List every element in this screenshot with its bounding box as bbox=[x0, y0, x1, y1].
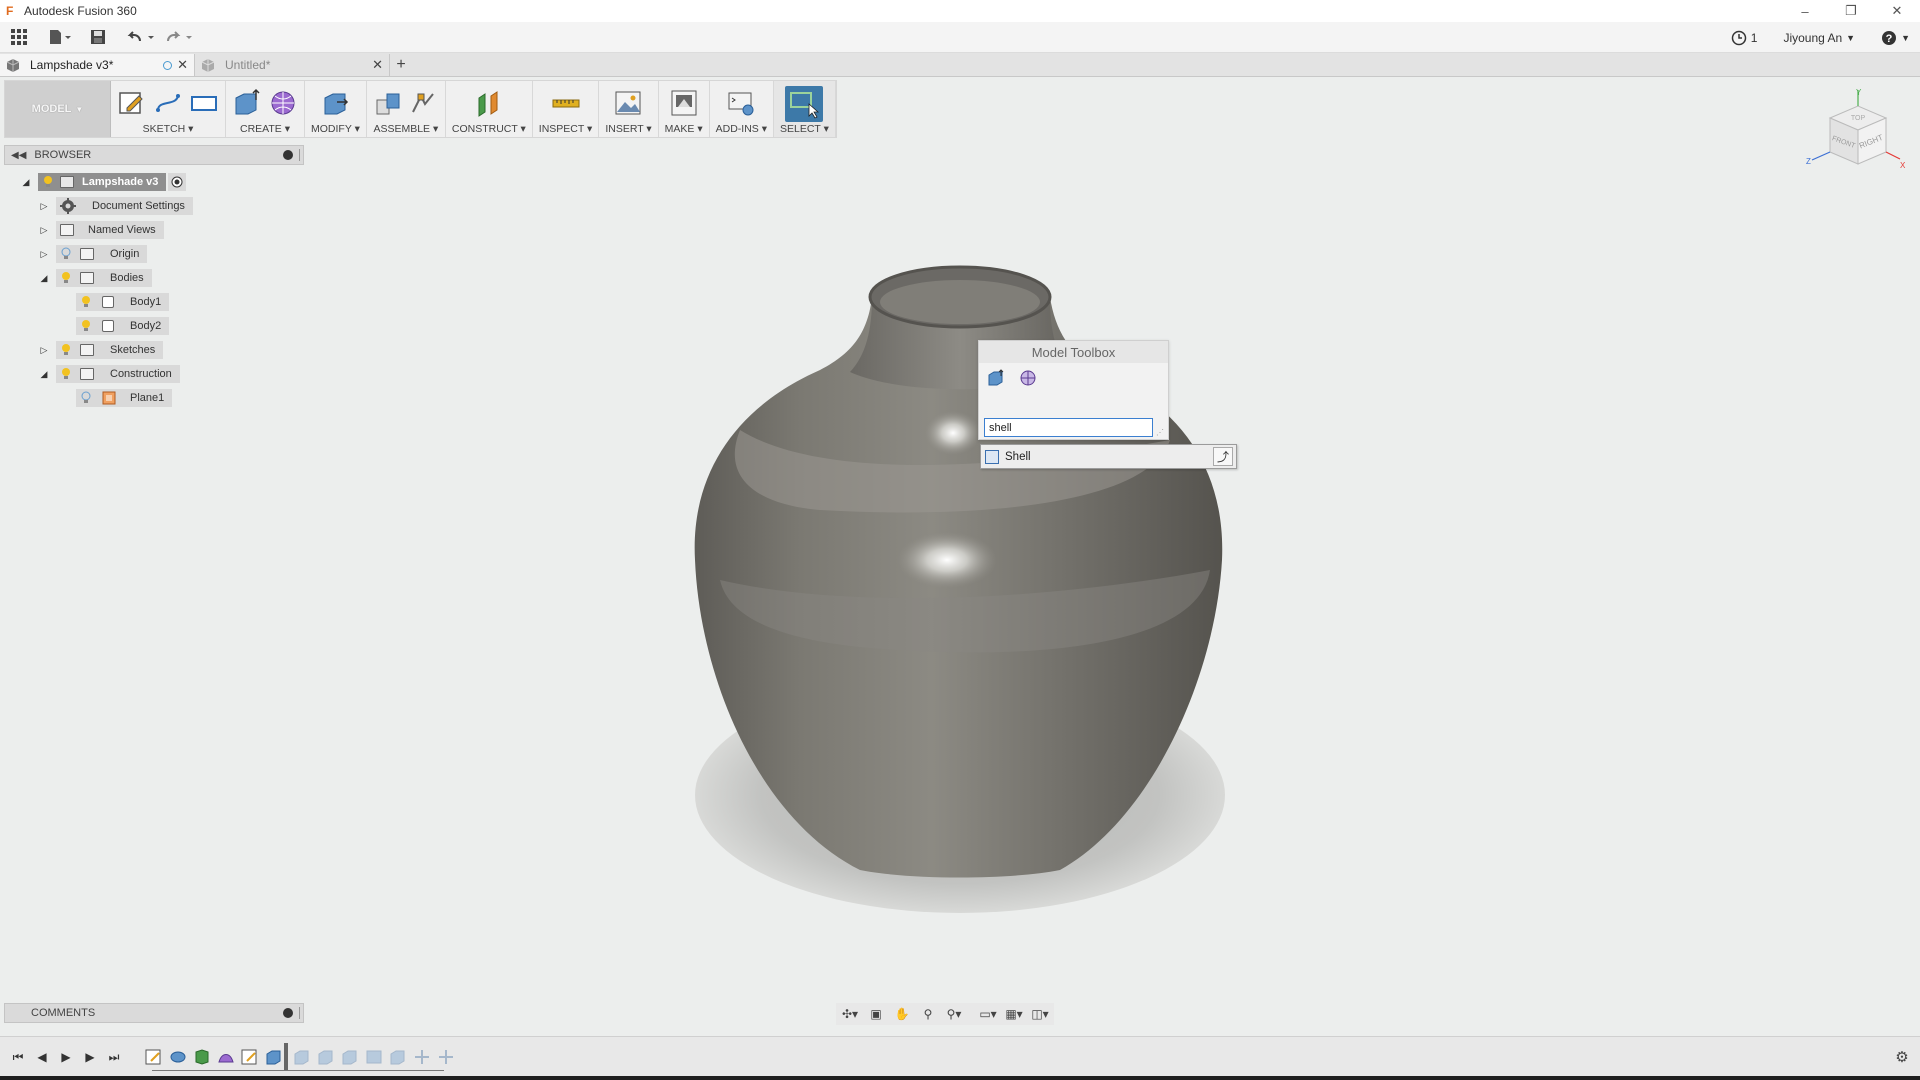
add-to-toolbox-icon[interactable]: ⤴ bbox=[1213, 447, 1233, 466]
x-axis-line bbox=[1885, 151, 1901, 160]
specular-highlight-upper bbox=[925, 411, 981, 455]
timeline-form-feature[interactable] bbox=[193, 1048, 211, 1066]
pan-hand-icon[interactable]: ✋ bbox=[892, 1005, 912, 1023]
go-to-start-icon[interactable]: ⏮ bbox=[8, 1047, 28, 1067]
play-icon[interactable]: ▶ bbox=[56, 1047, 76, 1067]
taskbar-edge bbox=[0, 1076, 1920, 1080]
toolbox-title[interactable]: Model Toolbox bbox=[979, 341, 1168, 363]
display-settings-icon[interactable]: ▭▾ bbox=[978, 1005, 998, 1023]
toolbox-search-input[interactable] bbox=[984, 418, 1153, 437]
timeline-settings-gear-icon[interactable]: ⚙ bbox=[1892, 1047, 1912, 1067]
toolbox-suggestion-shell[interactable]: Shell ⤴ bbox=[980, 444, 1237, 469]
timeline-marker[interactable] bbox=[284, 1043, 288, 1071]
navigation-bar: ✣▾ ▣ ✋ ⚲ ⚲▾ ▭▾ ▦▾ ◫▾ bbox=[836, 1003, 1054, 1025]
timeline-suppressed-feature-4[interactable] bbox=[365, 1048, 383, 1066]
timeline-track bbox=[152, 1070, 444, 1071]
z-axis-label: Z bbox=[1806, 157, 1811, 166]
shell-icon bbox=[985, 449, 999, 464]
timeline-suppressed-feature-3[interactable] bbox=[341, 1048, 359, 1066]
timeline-sketch-feature[interactable] bbox=[145, 1048, 163, 1066]
viewcube[interactable]: TOP FRONT RIGHT Y Z X bbox=[1800, 88, 1910, 188]
model-toolbox: Model Toolbox ⋰ bbox=[978, 340, 1169, 440]
viewcube-top-label: TOP bbox=[1851, 115, 1866, 122]
panel-grip-icon[interactable] bbox=[299, 1007, 301, 1019]
comments-title: COMMENTS bbox=[31, 1007, 96, 1019]
orbit-icon[interactable]: ✣▾ bbox=[840, 1005, 860, 1023]
timeline-revolve-feature[interactable] bbox=[169, 1048, 187, 1066]
create-form-icon[interactable] bbox=[1019, 369, 1037, 387]
specular-highlight-lower bbox=[897, 532, 997, 588]
timeline-suppressed-feature-7[interactable] bbox=[437, 1048, 455, 1066]
y-axis-label: Y bbox=[1856, 88, 1862, 97]
go-to-end-icon[interactable]: ⏭ bbox=[104, 1047, 124, 1067]
zoom-icon[interactable]: ⚲ bbox=[918, 1005, 938, 1023]
timeline-extrude-feature[interactable] bbox=[265, 1048, 283, 1066]
step-back-icon[interactable]: ◀ bbox=[32, 1047, 52, 1067]
timeline-sketch-feature-2[interactable] bbox=[241, 1048, 259, 1066]
timeline-suppressed-feature-6[interactable] bbox=[413, 1048, 431, 1066]
timeline-suppressed-feature-2[interactable] bbox=[317, 1048, 335, 1066]
resize-grip-icon[interactable]: ⋰ bbox=[1156, 428, 1164, 437]
timeline-suppressed-feature[interactable] bbox=[293, 1048, 311, 1066]
comments-panel-header[interactable]: COMMENTS bbox=[4, 1003, 304, 1023]
grid-icon[interactable]: ▦▾ bbox=[1004, 1005, 1024, 1023]
timeline-suppressed-feature-5[interactable] bbox=[389, 1048, 407, 1066]
z-axis-line bbox=[1811, 151, 1831, 161]
viewports-icon[interactable]: ◫▾ bbox=[1030, 1005, 1050, 1023]
extrude-icon[interactable] bbox=[987, 369, 1005, 387]
add-comment-icon[interactable] bbox=[283, 1008, 293, 1018]
step-forward-icon[interactable]: ▶​ bbox=[80, 1047, 100, 1067]
vase-opening-inner bbox=[880, 280, 1040, 324]
timeline-bar: ⏮ ◀ ▶ ▶​ ⏭ ⚙ bbox=[0, 1036, 1920, 1076]
timeline-form-feature-2[interactable] bbox=[217, 1048, 235, 1066]
look-at-icon[interactable]: ▣ bbox=[866, 1005, 886, 1023]
viewport-canvas[interactable] bbox=[0, 0, 1920, 1000]
suggestion-label: Shell bbox=[1005, 450, 1031, 463]
x-axis-label: X bbox=[1900, 161, 1906, 170]
fit-icon[interactable]: ⚲▾ bbox=[944, 1005, 964, 1023]
